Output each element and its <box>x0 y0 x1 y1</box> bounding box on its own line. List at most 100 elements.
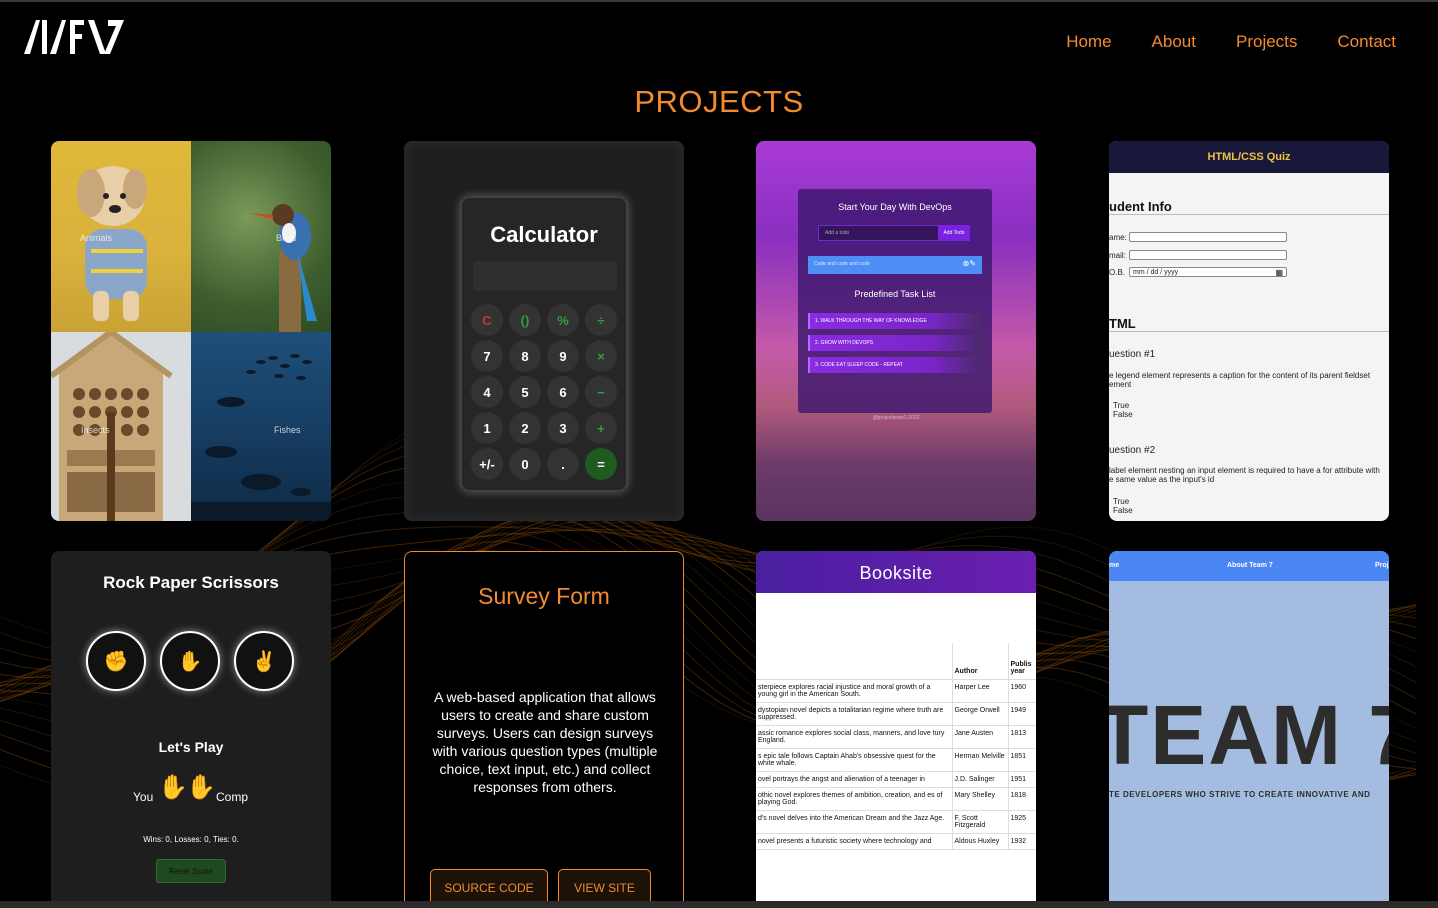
team-nav-home[interactable]: me <box>1109 562 1119 569</box>
calculator-key[interactable]: C <box>471 304 503 336</box>
calculator-key[interactable]: 2 <box>509 412 541 444</box>
calculator-key[interactable]: 0 <box>509 448 541 480</box>
paper-button[interactable]: ✋ <box>160 631 220 691</box>
calculator-key[interactable]: × <box>585 340 617 372</box>
calculator-key[interactable]: 5 <box>509 376 541 408</box>
quiz-section-heading: TML <box>1109 316 1136 331</box>
calculator-key[interactable]: +/- <box>471 448 503 480</box>
team-subtitle: TE DEVELOPERS WHO STRIVE TO CREATE INNOV… <box>1109 790 1371 799</box>
project-card-devops-todo[interactable]: Start Your Day With DevOps Add a todo Ad… <box>756 141 1036 521</box>
book-year: 1951 <box>1007 771 1036 788</box>
reset-score-button[interactable]: Reset Score <box>156 859 226 883</box>
task-list-title: Predefined Task List <box>854 289 936 299</box>
todo-action-icons[interactable]: ⊗✎ <box>963 259 976 268</box>
calculator-display <box>473 261 617 291</box>
gallery-label-birds: Birds <box>276 233 297 243</box>
dob-input[interactable]: mm / dd / yyyy ▦ <box>1129 267 1287 277</box>
project-card-survey[interactable]: Survey Form A web-based application that… <box>404 551 684 908</box>
book-author: George Orwell <box>951 702 1008 726</box>
project-card-rps[interactable]: Rock Paper Scrissors ✊ ✋ ✌ Let's Play ✋ … <box>51 551 331 908</box>
calculator-key[interactable]: 6 <box>547 376 579 408</box>
calendar-icon[interactable]: ▦ <box>1275 268 1283 277</box>
player-hand-icon: ✋ <box>158 774 188 801</box>
question-1-label: uestion #1 <box>1109 349 1156 360</box>
rock-button[interactable]: ✊ <box>86 631 146 691</box>
calculator-widget: Calculator C()% ÷ 7 8 9 × 4 5 6− 1 2 3 + +/- 0. = <box>461 197 627 491</box>
todo-input-placeholder: Add a todo <box>825 230 850 236</box>
gallery-label-insects: Insects <box>81 425 110 435</box>
rps-score: Wins: 0, Losses: 0, Ties: 0. <box>143 835 239 844</box>
team-nav-projects[interactable]: Proj <box>1375 562 1389 569</box>
calculator-key[interactable]: 3 <box>547 412 579 444</box>
book-year: 1932 <box>1007 833 1036 850</box>
nav-projects[interactable]: Projects <box>1236 32 1297 52</box>
project-card-calculator[interactable]: Calculator C()% ÷ 7 8 9 × 4 5 6− 1 2 3 + +/- 0. = <box>404 141 684 521</box>
book-year: 1851 <box>1007 748 1036 772</box>
project-card-team7[interactable]: me About Team 7 Proj TEAM 7 TE DEVELOPER… <box>1109 551 1389 908</box>
project-card-quiz[interactable]: HTML/CSS Quiz udent Info ame: mail: O.B.… <box>1109 141 1389 521</box>
gallery-insects[interactable]: Insects <box>51 332 191 521</box>
book-description: ovel portrays the angst and alienation o… <box>756 771 952 788</box>
gallery-label-fishes: Fishes <box>274 425 301 435</box>
calculator-key[interactable]: + <box>585 412 617 444</box>
column-header: Author <box>951 643 1008 680</box>
team-nav-about[interactable]: About Team 7 <box>1227 562 1273 569</box>
bird-image <box>249 204 317 332</box>
book-description: novel presents a futuristic society wher… <box>756 833 952 850</box>
calculator-key[interactable]: − <box>585 376 617 408</box>
q1-option-true[interactable]: True <box>1113 401 1129 410</box>
table-row: othic novel explores themes of ambition,… <box>756 787 1036 811</box>
calculator-key[interactable]: = <box>585 448 617 480</box>
task-item[interactable]: 3. CODE EAT SLEEP CODE - REPEAT <box>808 357 982 373</box>
book-author: J.D. Salinger <box>951 771 1008 788</box>
rps-comp-label: Comp <box>216 790 249 804</box>
book-year: 1925 <box>1007 810 1036 834</box>
book-description: othic novel explores themes of ambition,… <box>756 787 952 811</box>
question-1-text: e legend element represents a caption fo… <box>1109 371 1371 380</box>
project-card-booksite[interactable]: Booksite Author Publis year sterpiece ex… <box>756 551 1036 908</box>
project-card-gallery[interactable]: Animals Birds Insects Fishes <box>51 141 331 521</box>
task-item[interactable]: 1. WALK THROUGH THE WAY OF KNOWLEDGE <box>808 313 982 329</box>
todo-input[interactable]: Add a todo Add Todo <box>818 225 970 241</box>
task-item[interactable]: 2. GROW WITH DEVOPS <box>808 335 982 351</box>
calculator-key[interactable]: 1 <box>471 412 503 444</box>
calculator-key[interactable]: 8 <box>509 340 541 372</box>
fish-image <box>191 354 331 521</box>
gallery-animals[interactable]: Animals <box>51 141 191 332</box>
calculator-key[interactable]: 4 <box>471 376 503 408</box>
book-author: Mary Shelley <box>951 787 1008 811</box>
active-todo-item[interactable]: Code and code and code ⊗✎ <box>808 256 982 274</box>
question-2-text: label element nesting an input element i… <box>1109 466 1380 475</box>
team-hero-text: TEAM 7 <box>1109 688 1389 782</box>
q2-option-true[interactable]: True <box>1113 497 1129 506</box>
add-todo-button[interactable]: Add Todo <box>938 225 970 241</box>
scissors-button[interactable]: ✌ <box>234 631 294 691</box>
book-description: s epic tale follows Captain Ahab's obses… <box>756 748 952 772</box>
book-description: dystopian novel depicts a totalitarian r… <box>756 702 952 726</box>
column-header: Publis year <box>1007 643 1036 680</box>
page-title: PROJECTS <box>634 84 804 119</box>
calculator-key[interactable]: 9 <box>547 340 579 372</box>
logo[interactable] <box>22 18 126 56</box>
task-item-text: 3. CODE EAT SLEEP CODE - REPEAT <box>815 362 903 368</box>
gallery-fishes[interactable]: Fishes <box>191 332 331 521</box>
nav-about[interactable]: About <box>1152 32 1196 52</box>
q1-option-false[interactable]: False <box>1113 410 1133 419</box>
email-label: mail: <box>1109 251 1126 260</box>
question-2-text-cont: e same value as the input's id <box>1109 475 1215 484</box>
question-1-text-cont: ement <box>1109 380 1132 389</box>
calculator-key[interactable]: . <box>547 448 579 480</box>
email-input[interactable] <box>1129 250 1287 260</box>
q2-option-false[interactable]: False <box>1113 506 1133 515</box>
gallery-birds[interactable]: Birds <box>191 141 331 332</box>
calculator-key[interactable]: ÷ <box>585 304 617 336</box>
calculator-key[interactable]: % <box>547 304 579 336</box>
nav-home[interactable]: Home <box>1066 32 1111 52</box>
calculator-key[interactable]: 7 <box>471 340 503 372</box>
nav-contact[interactable]: Contact <box>1337 32 1396 52</box>
question-2-label: uestion #2 <box>1109 445 1156 456</box>
calculator-key[interactable]: () <box>509 304 541 336</box>
quiz-student-info-heading: udent Info <box>1109 199 1172 214</box>
name-input[interactable] <box>1129 232 1287 242</box>
calculator-keypad: C()% ÷ 7 8 9 × 4 5 6− 1 2 3 + +/- 0. = <box>471 304 617 480</box>
